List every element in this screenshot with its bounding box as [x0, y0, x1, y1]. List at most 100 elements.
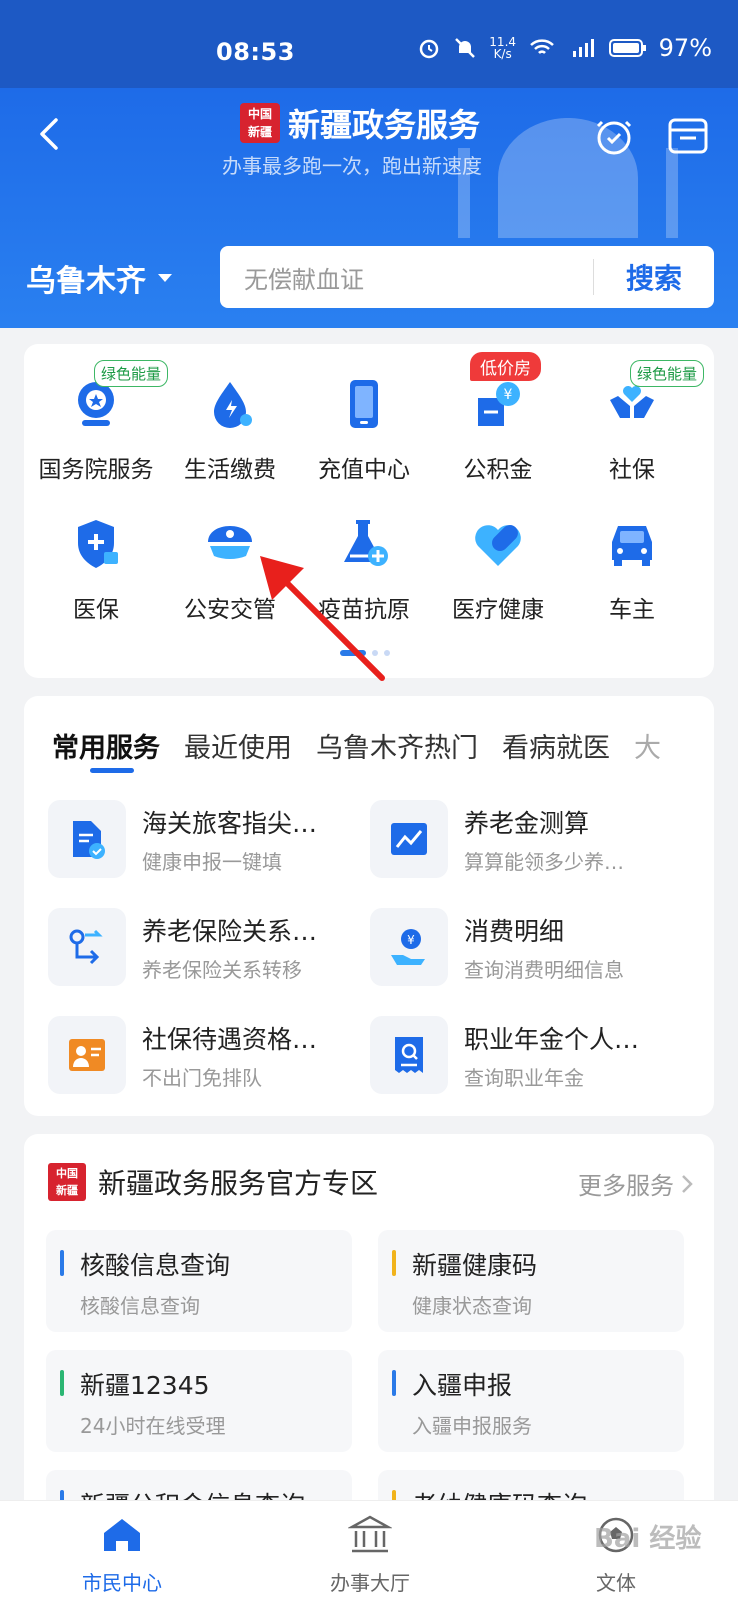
- service-subtitle: 养老保险关系转移: [142, 958, 302, 982]
- service-subtitle: 健康申报一键填: [142, 850, 282, 874]
- service-item[interactable]: 养老金测算 算算能领多少养…: [370, 800, 680, 880]
- service-item[interactable]: 海关旅客指尖… 健康申报一键填: [48, 800, 358, 880]
- service-icon-box: ¥: [370, 908, 448, 986]
- service-item[interactable]: ¥ 消费明细 查询消费明细信息: [370, 908, 680, 988]
- low-price-housing-badge: 低价房: [470, 352, 541, 381]
- back-button[interactable]: [30, 114, 70, 154]
- car-icon: [612, 526, 652, 566]
- grid-label: 国务院服务: [38, 457, 154, 483]
- line-chart-icon: [391, 823, 427, 855]
- service-title: 职业年金个人…: [464, 1025, 640, 1054]
- brand: 中国 新疆 新疆政务服务: [240, 100, 480, 146]
- service-subtitle: 查询职业年金: [464, 1066, 584, 1090]
- official-zone-card: 中国 新疆 新疆政务服务官方专区 更多服务 核酸信息查询 核酸信息查询 新疆健康…: [24, 1134, 714, 1514]
- wallet-icon[interactable]: [666, 114, 710, 158]
- nav-citizen-center[interactable]: 市民中心: [52, 1513, 192, 1596]
- search-button[interactable]: 搜索: [594, 257, 714, 297]
- service-item[interactable]: 养老保险关系… 养老保险关系转移: [48, 908, 358, 988]
- green-energy-badge: 绿色能量: [630, 360, 705, 387]
- service-subtitle: 查询消费明细信息: [464, 958, 624, 982]
- green-energy-badge: 绿色能量: [94, 360, 169, 387]
- common-services-card: 常用服务 最近使用 乌鲁木齐热门 看病就医 大 海关旅客指尖… 健康申报一键填 …: [24, 696, 714, 1116]
- service-icon-box: [48, 908, 126, 986]
- housing-fund-icon: ¥: [478, 382, 520, 426]
- grid-item-utility[interactable]: 生活缴费: [160, 376, 300, 484]
- service-subtitle: 算算能领多少养…: [464, 850, 624, 874]
- grid-item-state-council[interactable]: 绿色能量 国务院服务: [26, 360, 169, 484]
- transfer-route-icon: [69, 929, 103, 965]
- person-certificate-icon: [69, 1039, 105, 1071]
- zone-item[interactable]: 新疆健康码 健康状态查询: [378, 1230, 684, 1332]
- wifi-icon: [529, 39, 554, 54]
- city-selector[interactable]: 乌鲁木齐: [26, 256, 172, 300]
- search-input[interactable]: 无偿献血证: [220, 260, 593, 295]
- network-speed: 11.4 K/s: [489, 35, 517, 61]
- nav-label: 文体: [596, 1571, 636, 1595]
- home-icon: [104, 1519, 140, 1551]
- svg-text:¥: ¥: [407, 933, 415, 947]
- zone-item-subtitle: 24小时在线受理: [80, 1414, 226, 1438]
- svg-text:¥: ¥: [504, 387, 513, 403]
- tab-urumqi-hot[interactable]: 乌鲁木齐热门: [316, 726, 478, 765]
- zone-item-subtitle: 核酸信息查询: [80, 1294, 200, 1318]
- grid-label: 医保: [73, 597, 119, 623]
- app-title: 新疆政务服务: [288, 106, 481, 144]
- alarm-clock-icon[interactable]: [592, 114, 636, 158]
- zone-title: 新疆政务服务官方专区: [98, 1167, 379, 1200]
- search-bar[interactable]: 无偿献血证 搜索: [220, 246, 714, 308]
- tab-recent[interactable]: 最近使用: [184, 726, 292, 765]
- zone-item-title: 核酸信息查询: [80, 1251, 231, 1280]
- service-tabs: 常用服务 最近使用 乌鲁木齐热门 看病就医 大: [52, 726, 661, 765]
- service-icon-box: [48, 1016, 126, 1094]
- app-subtitle: 办事最多跑一次，跑出新速度: [222, 154, 482, 178]
- hand-coin-icon: ¥: [391, 929, 425, 965]
- nav-service-hall[interactable]: 办事大厅: [300, 1513, 440, 1596]
- document-check-icon: [73, 821, 105, 859]
- medical-insurance-icon: [78, 520, 118, 568]
- zone-item[interactable]: 核酸信息查询 核酸信息查询: [46, 1230, 352, 1332]
- baidu-watermark: Bai 经验: [594, 1524, 702, 1554]
- grid-label: 社保: [609, 457, 655, 483]
- zone-accent-bar: [60, 1370, 64, 1396]
- zone-item-subtitle: 健康状态查询: [412, 1294, 532, 1318]
- battery-icon: [608, 39, 646, 57]
- service-icon-box: [48, 800, 126, 878]
- service-icon-box: [370, 1016, 448, 1094]
- zone-accent-bar: [392, 1250, 396, 1276]
- grid-item-recharge[interactable]: 充值中心: [294, 376, 434, 484]
- zone-item-subtitle: 入疆申报服务: [412, 1414, 532, 1438]
- grid-label: 车主: [609, 597, 655, 623]
- signal-icon: [572, 39, 594, 57]
- zone-item[interactable]: 入疆申报 入疆申报服务: [378, 1350, 684, 1452]
- service-title: 社保待遇资格…: [142, 1025, 318, 1054]
- mute-bell-icon: [454, 38, 475, 58]
- tab-more[interactable]: 大: [634, 726, 661, 765]
- service-subtitle: 不出门免排队: [142, 1066, 262, 1090]
- status-icons: 11.4 K/s 97%: [417, 34, 712, 62]
- battery-level: 97%: [658, 34, 712, 62]
- grid-item-housing-fund[interactable]: 低价房 ¥ 公积金: [428, 352, 568, 484]
- service-item[interactable]: 社保待遇资格… 不出门免排队: [48, 1016, 358, 1096]
- service-title: 消费明细: [464, 917, 565, 946]
- grid-item-medical-health[interactable]: 医疗健康: [428, 516, 568, 624]
- caret-down-icon: [158, 274, 172, 282]
- city-name: 乌鲁木齐: [26, 264, 146, 299]
- more-services-label: 更多服务: [578, 1172, 674, 1200]
- utility-payment-icon: [214, 382, 252, 428]
- tab-medical[interactable]: 看病就医: [502, 726, 610, 765]
- service-title: 养老保险关系…: [142, 917, 318, 946]
- zone-item[interactable]: 新疆12345 24小时在线受理: [46, 1350, 352, 1452]
- grid-item-car-owner[interactable]: 车主: [562, 516, 702, 624]
- chevron-right-icon: [682, 1174, 693, 1193]
- tab-indicator: [90, 768, 134, 773]
- zone-accent-bar: [60, 1250, 64, 1276]
- grid-item-medical-insurance[interactable]: 医保: [26, 516, 166, 624]
- grid-item-social-security[interactable]: 绿色能量 社保: [562, 360, 705, 484]
- more-services-link[interactable]: 更多服务: [578, 1166, 694, 1201]
- status-bar: 08:53 11.4 K/s 97%: [0, 0, 738, 88]
- service-title: 海关旅客指尖…: [142, 809, 318, 838]
- tab-common[interactable]: 常用服务: [52, 726, 160, 765]
- red-annotation-arrow: [260, 556, 385, 681]
- service-item[interactable]: 职业年金个人… 查询职业年金: [370, 1016, 680, 1096]
- service-icon-box: [370, 800, 448, 878]
